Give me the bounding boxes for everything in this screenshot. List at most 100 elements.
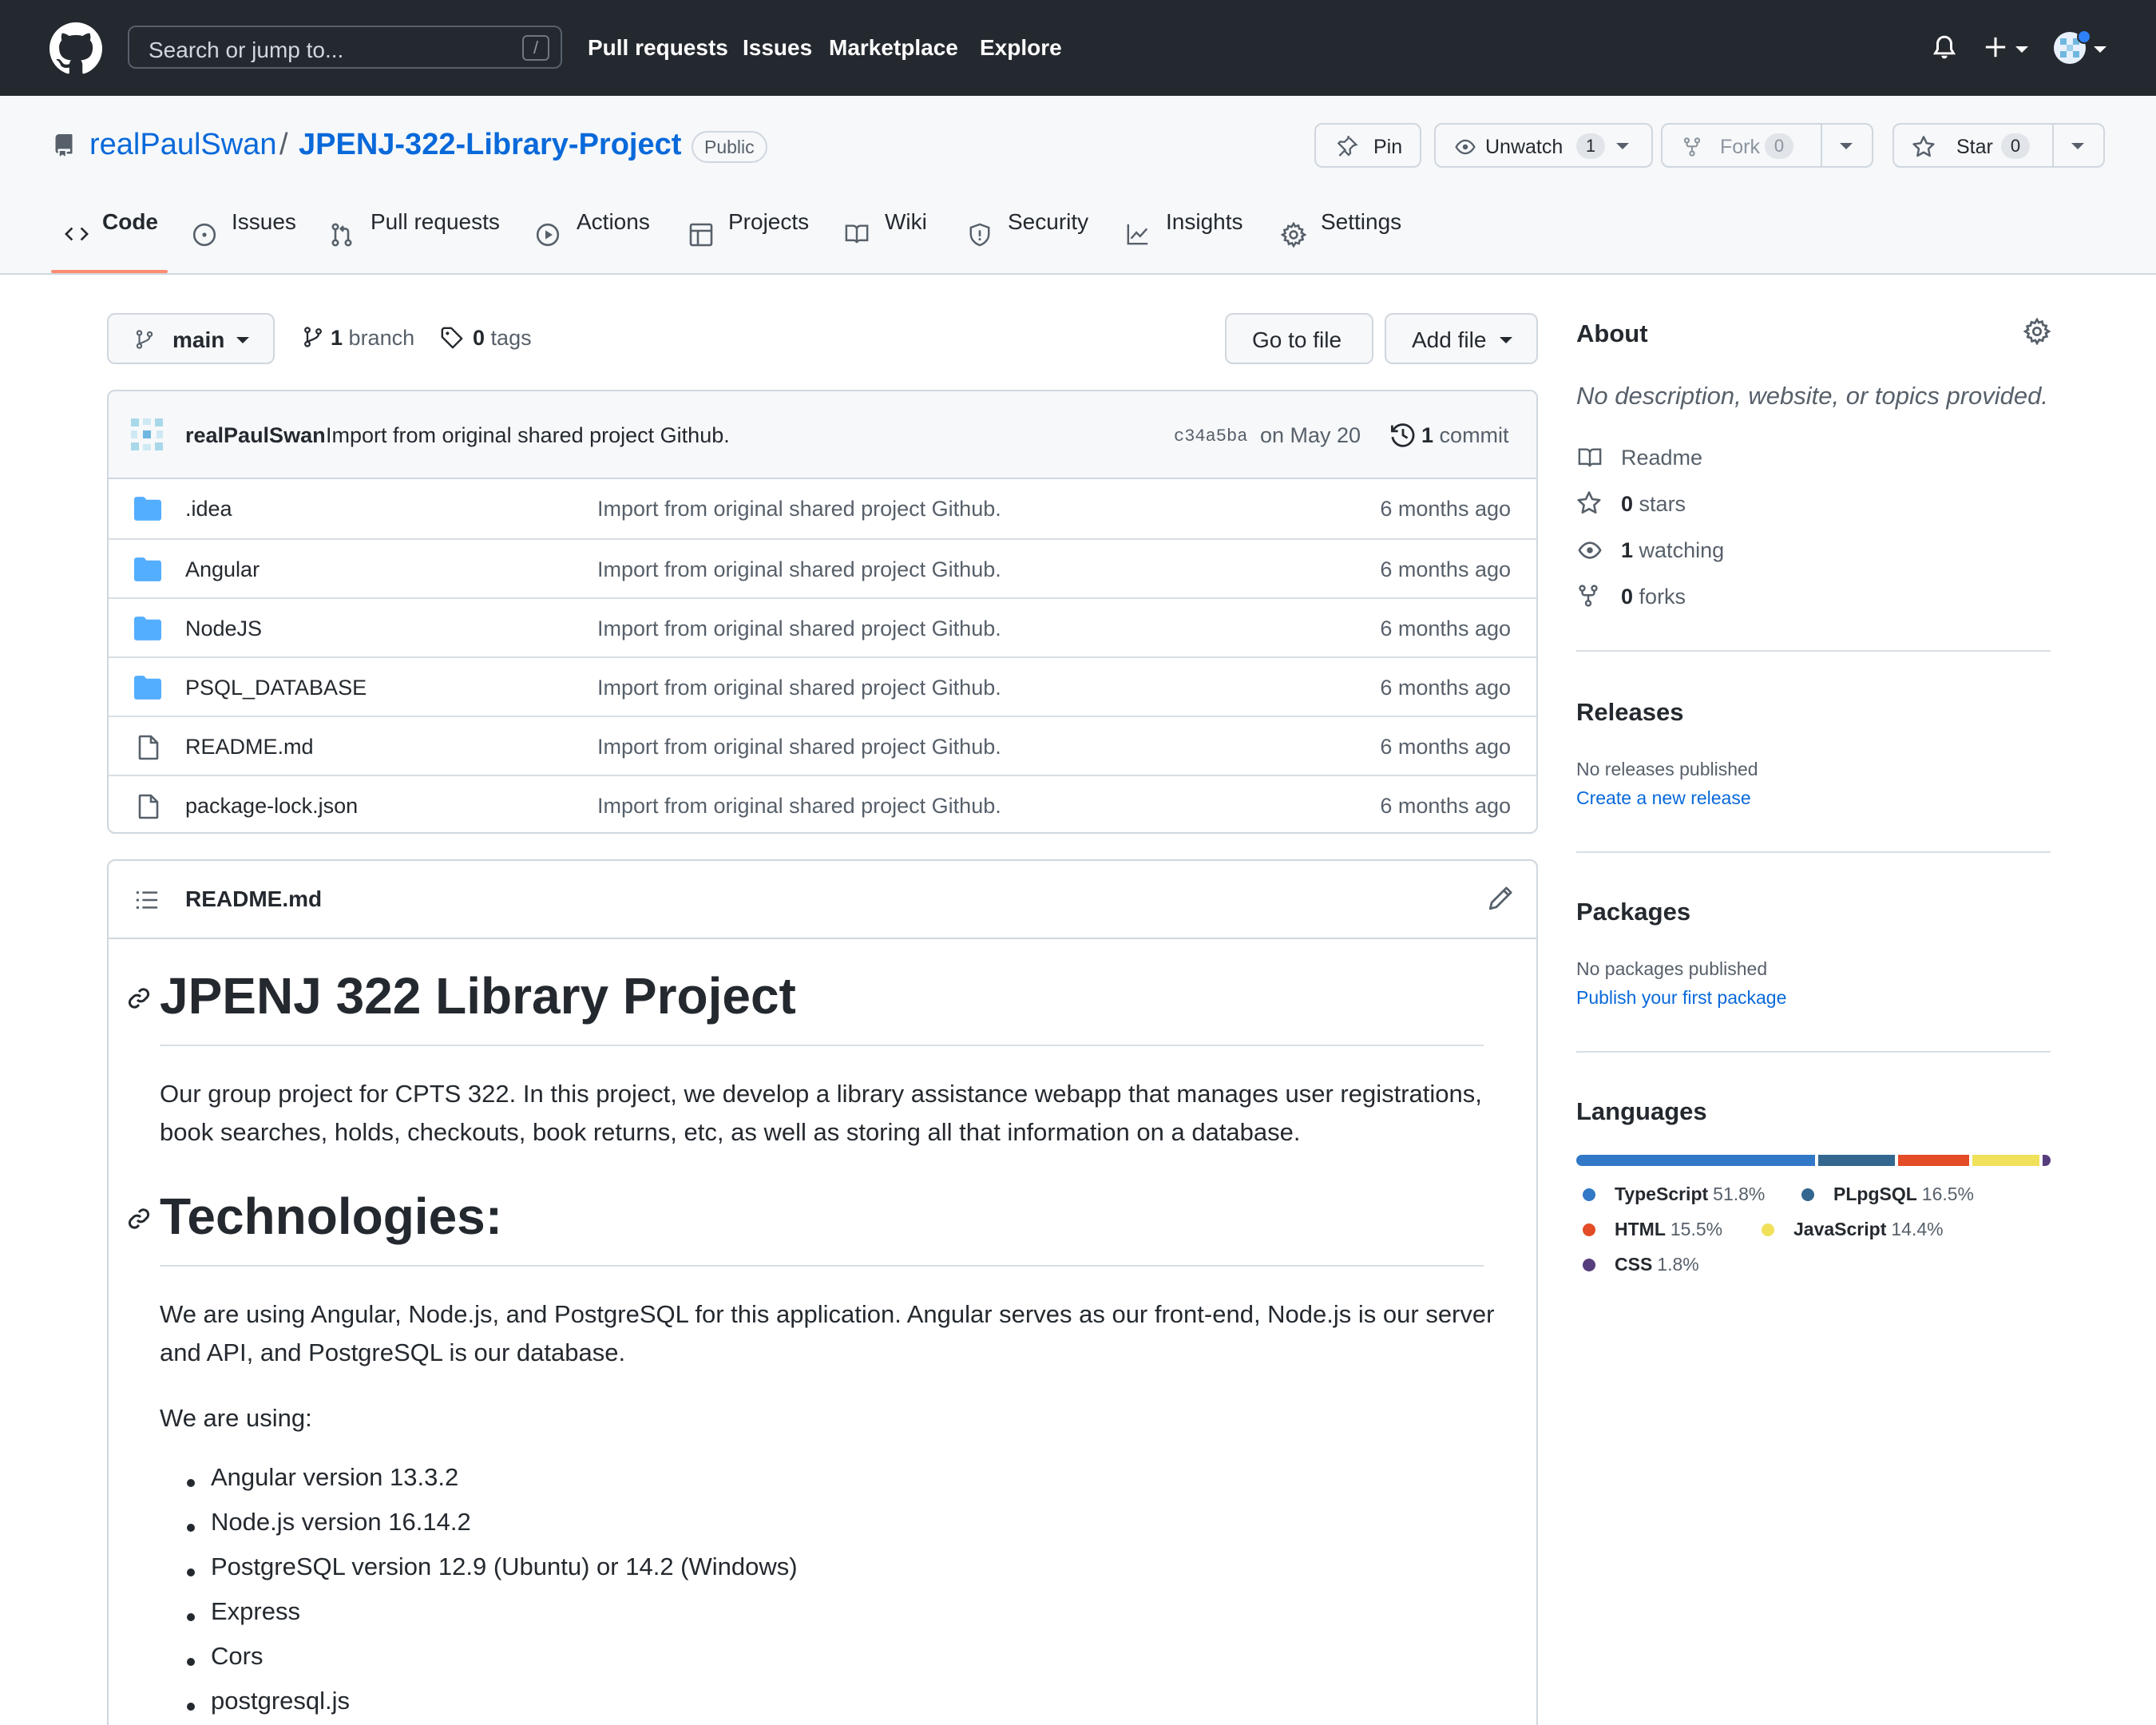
commit-sha-link[interactable]: c34a5ba <box>1174 426 1247 446</box>
author-avatar[interactable] <box>129 417 164 452</box>
repo-name-link[interactable]: JPENJ-322-Library-Project <box>299 128 681 162</box>
watch-count: 1 <box>1576 133 1605 159</box>
sidebar-divider <box>1576 650 2051 652</box>
tab-pull-requests[interactable]: Pull requests <box>371 209 500 235</box>
user-menu-caret-icon[interactable] <box>2094 46 2106 53</box>
file-age: 6 months ago <box>1380 617 1511 640</box>
tab-settings[interactable]: Settings <box>1321 209 1401 235</box>
file-commit-message[interactable]: Import from original shared project Gith… <box>597 497 1001 521</box>
tab-wiki[interactable]: Wiki <box>885 209 927 235</box>
star-button[interactable]: Star 0 <box>1892 123 2105 168</box>
file-commit-message[interactable]: Import from original shared project Gith… <box>597 735 1001 759</box>
file-commit-message[interactable]: Import from original shared project Gith… <box>597 557 1001 582</box>
commit-author-link[interactable]: realPaulSwan <box>185 423 326 448</box>
plus-icon[interactable] <box>1984 35 2007 59</box>
tag-count: 0 <box>473 326 485 350</box>
language-css[interactable]: CSS 1.8% <box>1615 1254 1699 1275</box>
repo-owner-link[interactable]: realPaulSwan <box>89 128 276 162</box>
language-typescript[interactable]: TypeScript 51.8% <box>1615 1184 1765 1205</box>
branch-count-label: branch <box>348 326 415 350</box>
pin-label: Pin <box>1373 136 1403 158</box>
stars-label: stars <box>1639 492 1686 516</box>
file-commit-message[interactable]: Import from original shared project Gith… <box>597 794 1001 819</box>
about-heading: About <box>1576 319 1648 347</box>
forks-link[interactable]: 0 forks <box>1621 585 1686 609</box>
nav-pull-requests[interactable]: Pull requests <box>588 35 728 61</box>
tech-list-item: Cors <box>211 1642 264 1670</box>
fork-icon <box>1683 137 1701 157</box>
language-plpgsql[interactable]: PLpgSQL 16.5% <box>1833 1184 1974 1205</box>
star-split-divider <box>2052 125 2054 166</box>
language-name: PLpgSQL <box>1833 1184 1917 1204</box>
language-bar-segment-typescript[interactable] <box>1576 1155 1816 1166</box>
packages-heading[interactable]: Packages <box>1576 898 1690 926</box>
tab-projects[interactable]: Projects <box>728 209 809 235</box>
file-row[interactable]: .idea Import from original shared projec… <box>109 479 1536 538</box>
list-toc-icon[interactable] <box>134 888 160 912</box>
file-name-link[interactable]: package-lock.json <box>185 794 358 819</box>
file-name-link[interactable]: NodeJS <box>185 617 262 641</box>
file-commit-message[interactable]: Import from original shared project Gith… <box>597 676 1001 700</box>
file-row[interactable]: Angular Import from original shared proj… <box>109 538 1536 597</box>
tab-code[interactable]: Code <box>102 209 158 235</box>
tab-issues[interactable]: Issues <box>232 209 296 235</box>
language-bar-segment-css[interactable] <box>2042 1155 2051 1166</box>
bell-icon[interactable] <box>1931 34 1958 62</box>
file-row[interactable]: NodeJS Import from original shared proje… <box>109 597 1536 656</box>
repository-header: realPaulSwan / JPENJ-322-Library-Project… <box>0 96 2156 275</box>
fork-caret-icon[interactable] <box>1840 143 1853 149</box>
heading-divider <box>160 1045 1484 1046</box>
publish-package-link[interactable]: Publish your first package <box>1576 987 1786 1009</box>
go-to-file-label: Go to file <box>1252 327 1342 352</box>
commit-message-link[interactable]: Import from original shared project Gith… <box>326 423 730 448</box>
releases-heading[interactable]: Releases <box>1576 698 1683 727</box>
nav-explore[interactable]: Explore <box>980 35 1062 61</box>
language-html[interactable]: HTML 15.5% <box>1615 1219 1722 1240</box>
link-anchor-icon[interactable] <box>126 1206 152 1231</box>
fork-button[interactable]: Fork 0 <box>1661 123 1873 168</box>
nav-marketplace[interactable]: Marketplace <box>829 35 958 61</box>
create-new-caret-icon[interactable] <box>2015 46 2028 53</box>
star-caret-icon[interactable] <box>2071 143 2084 149</box>
nav-issues[interactable]: Issues <box>743 35 812 61</box>
readme-link[interactable]: Readme <box>1621 446 1702 470</box>
pin-button[interactable]: Pin <box>1314 123 1421 168</box>
branches-link[interactable]: 1 branch <box>331 326 414 351</box>
readme-filename[interactable]: README.md <box>185 886 322 912</box>
create-release-link[interactable]: Create a new release <box>1576 787 1751 809</box>
tab-actions[interactable]: Actions <box>577 209 650 235</box>
search-input[interactable]: Search or jump to... / <box>128 26 562 69</box>
file-name-link[interactable]: PSQL_DATABASE <box>185 676 367 700</box>
add-file-button[interactable]: Add file <box>1385 313 1538 364</box>
watching-link[interactable]: 1 watching <box>1621 538 1724 563</box>
github-logo-icon[interactable] <box>50 22 102 75</box>
pencil-edit-icon[interactable] <box>1487 885 1514 912</box>
language-javascript[interactable]: JavaScript 14.4% <box>1793 1219 1944 1240</box>
file-name-link[interactable]: Angular <box>185 557 260 582</box>
star-count: 0 <box>2001 133 2030 159</box>
language-bar-segment-javascript[interactable] <box>1972 1155 2039 1166</box>
actions-play-icon <box>536 223 560 247</box>
file-row[interactable]: README.md Import from original shared pr… <box>109 716 1536 775</box>
file-row[interactable]: PSQL_DATABASE Import from original share… <box>109 656 1536 716</box>
file-name-link[interactable]: README.md <box>185 735 314 759</box>
commit-count-link[interactable]: 1 commit <box>1421 423 1509 448</box>
branch-selector[interactable]: main <box>107 313 275 364</box>
language-bar-segment-plpgsql[interactable] <box>1818 1155 1895 1166</box>
tab-insights[interactable]: Insights <box>1166 209 1243 235</box>
stars-link[interactable]: 0 stars <box>1621 492 1686 517</box>
file-row[interactable]: package-lock.json Import from original s… <box>109 775 1536 832</box>
about-settings-gear-icon[interactable] <box>2023 318 2051 345</box>
tags-link[interactable]: 0 tags <box>473 326 532 351</box>
language-name: JavaScript <box>1793 1219 1887 1239</box>
pin-icon <box>1337 136 1358 157</box>
language-bar-segment-html[interactable] <box>1897 1155 1970 1166</box>
link-anchor-icon[interactable] <box>126 985 152 1011</box>
notification-dot-icon <box>2077 30 2091 44</box>
file-name-link[interactable]: .idea <box>185 497 232 521</box>
go-to-file-button[interactable]: Go to file <box>1225 313 1373 364</box>
file-commit-message[interactable]: Import from original shared project Gith… <box>597 617 1001 641</box>
unwatch-button[interactable]: Unwatch 1 <box>1434 123 1653 168</box>
repo-icon <box>55 134 73 157</box>
tab-security[interactable]: Security <box>1008 209 1088 235</box>
